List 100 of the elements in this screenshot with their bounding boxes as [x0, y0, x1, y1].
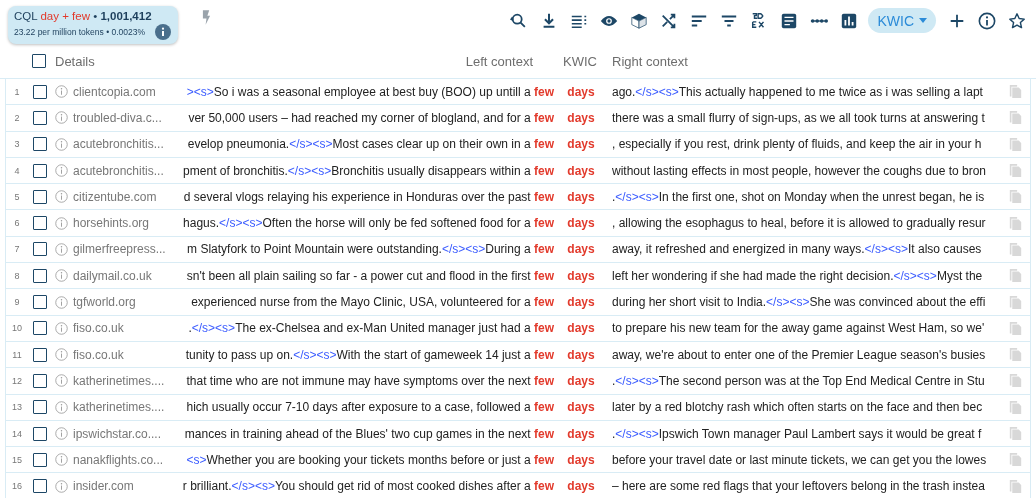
source-domain: katherinetimes....: [73, 400, 165, 415]
row-checkbox[interactable]: [33, 426, 47, 441]
row-number: 14: [12, 428, 22, 439]
view-dropdown[interactable]: KWIC: [868, 8, 936, 33]
keyword: days: [567, 479, 595, 494]
row-checkbox[interactable]: [33, 400, 47, 415]
row-checkbox[interactable]: [33, 479, 47, 494]
source-domain: citizentube.com: [73, 189, 157, 204]
row-checkbox[interactable]: [33, 321, 47, 336]
right-context: to prepare his new team for the away game against West Ham, so we': [612, 321, 985, 336]
source-domain: horsehints.org: [73, 216, 150, 231]
right-context: during her short visit to India.</s><s>She was convinced about the effi: [612, 295, 986, 309]
row-number: 12: [12, 375, 22, 386]
left-context-header: Left context: [465, 53, 533, 69]
info-icon[interactable]: [155, 24, 171, 40]
row-number: 16: [12, 481, 22, 492]
right-context: later by a red blotchy rash which often starts on the face and then bec: [612, 400, 983, 415]
row-number: 1: [14, 86, 20, 97]
keyword: days: [567, 452, 595, 467]
dice-icon[interactable]: [630, 11, 649, 30]
text-box-icon[interactable]: [780, 11, 799, 30]
source-domain: tgfworld.org: [73, 295, 136, 309]
row-checkbox[interactable]: [33, 242, 47, 257]
star-icon[interactable]: [1008, 11, 1026, 30]
left-context: sn't been all plain sailing so far - a power cut and flood in the first few: [186, 268, 554, 283]
row-checkbox[interactable]: [33, 137, 47, 152]
keyword: days: [567, 137, 595, 152]
row-checkbox[interactable]: [33, 110, 47, 125]
query-summary: CQL day + few • 1,001,412: [14, 10, 153, 22]
left-context: mances in training ahead of the Blues' two cup games in the next few: [184, 426, 554, 441]
source-domain: katherinetimes....: [73, 373, 165, 388]
lightning-icon[interactable]: [202, 10, 211, 25]
row-number: 4: [14, 165, 20, 176]
source-domain: fiso.co.uk: [73, 321, 124, 336]
left-context: that time who are not immune may have symptoms over the next few: [186, 373, 554, 388]
left-context: r brilliant.</s><s>You should get rid of most cooked dishes after a few: [182, 479, 554, 494]
right-context: ago.</s><s>This actually happened to me twice as i was selling a lapt: [612, 84, 983, 99]
left-context: tunity to pass up on.</s><s>With the start of gameweek 14 just a few: [185, 347, 554, 362]
source-domain: acutebronchitis...: [73, 137, 164, 152]
row-number: 5: [14, 191, 20, 202]
select-all-checkbox[interactable]: [32, 54, 46, 68]
source-domain: ipswichstar.co....: [73, 426, 162, 441]
row-number: 10: [12, 323, 22, 334]
right-context: left her wondering if she had made the right decision.</s><s>Myst the: [612, 268, 983, 283]
info-icon[interactable]: [978, 11, 996, 30]
left-context: experienced nurse from the Mayo Clinic, USA, volunteered for a few: [191, 295, 554, 309]
row-checkbox[interactable]: [33, 452, 47, 467]
keyword: days: [567, 400, 595, 415]
left-context: pment of bronchitis.</s><s>Bronchitis usually disappears within a few: [183, 163, 554, 178]
row-number: 3: [14, 139, 20, 150]
left-context: hagus.</s><s>Often the horse will only be fed softened food for a few: [183, 216, 554, 231]
row-checkbox[interactable]: [33, 295, 47, 309]
row-number: 11: [12, 349, 22, 360]
row-number: 15: [12, 454, 22, 465]
left-context: <s>Whether you are booking your tickets months before or just a few: [186, 452, 554, 467]
row-number: 13: [12, 402, 22, 413]
row-checkbox[interactable]: [33, 373, 47, 388]
row-checkbox[interactable]: [33, 268, 47, 283]
kwic-header: KWIC: [563, 53, 597, 69]
left-context: evelop pneumonia.</s><s>Most cases clear up on their own in a few: [187, 137, 554, 152]
right-context: .</s><s>Ipswich Town manager Paul Lambert says it would be great f: [612, 426, 982, 441]
keyword: days: [567, 189, 595, 204]
bar-chart-icon[interactable]: [840, 11, 859, 30]
right-context: there was a small flurry of sign-ups, as we all took turns at answering t: [612, 110, 985, 125]
right-context-header: Right context: [612, 53, 688, 69]
right-context: before your travel date or last minute tickets, we can get you the lowes: [612, 452, 987, 467]
keyword: days: [567, 163, 595, 178]
keyword: days: [567, 242, 595, 257]
keyword: days: [567, 321, 595, 336]
row-checkbox[interactable]: [33, 84, 47, 99]
row-checkbox[interactable]: [33, 189, 47, 204]
frequency-stats: 23.22 per million tokens • 0.0023%: [14, 27, 146, 37]
row-number: 2: [14, 112, 20, 123]
row-checkbox[interactable]: [33, 347, 47, 362]
source-domain: clientcopia.com: [73, 84, 156, 99]
keyword: days: [567, 295, 595, 309]
row-checkbox[interactable]: [33, 216, 47, 231]
keyword: days: [567, 347, 595, 362]
right-context: away, we're about to enter one of the Premier League season's busies: [612, 347, 986, 362]
left-context: d several vlogs relaying his experience in Honduras over the past few: [183, 189, 554, 204]
left-context: hich usually occur 7-10 days after exposure to a case, followed a few: [186, 400, 554, 415]
left-context: .</s><s>The ex-Chelsea and ex-Man United manager just had a few: [188, 321, 554, 336]
row-number: 7: [14, 244, 20, 255]
left-context: ><s>So i was a seasonal employee at best buy (BOO) up untill a few: [186, 84, 554, 99]
left-context: m Slatyfork to Point Mountain were outstanding.</s><s>During a few: [187, 242, 554, 257]
row-number: 8: [14, 270, 20, 281]
row-checkbox[interactable]: [33, 163, 47, 178]
row-number: 6: [14, 218, 20, 229]
right-context: away, it refreshed and energized in many ways.</s><s>It also causes: [612, 242, 982, 257]
keyword: days: [567, 268, 595, 283]
keyword: days: [567, 426, 595, 441]
right-context: , allowing the esophagus to heal, before it is allowed to gradually resur: [612, 216, 986, 231]
keyword: days: [567, 84, 595, 99]
source-domain: dailymail.co.uk: [73, 268, 152, 283]
source-domain: gilmerfreepress...: [73, 242, 166, 257]
details-header: Details: [54, 53, 96, 69]
row-number: 9: [14, 297, 20, 307]
keyword: days: [567, 216, 595, 231]
right-context: .</s><s>The second person was at the Top End Medical Centre in Stu: [612, 373, 985, 388]
right-context: , especially if you rest, drink plenty of fluids, and keep the air in your h: [612, 137, 982, 152]
